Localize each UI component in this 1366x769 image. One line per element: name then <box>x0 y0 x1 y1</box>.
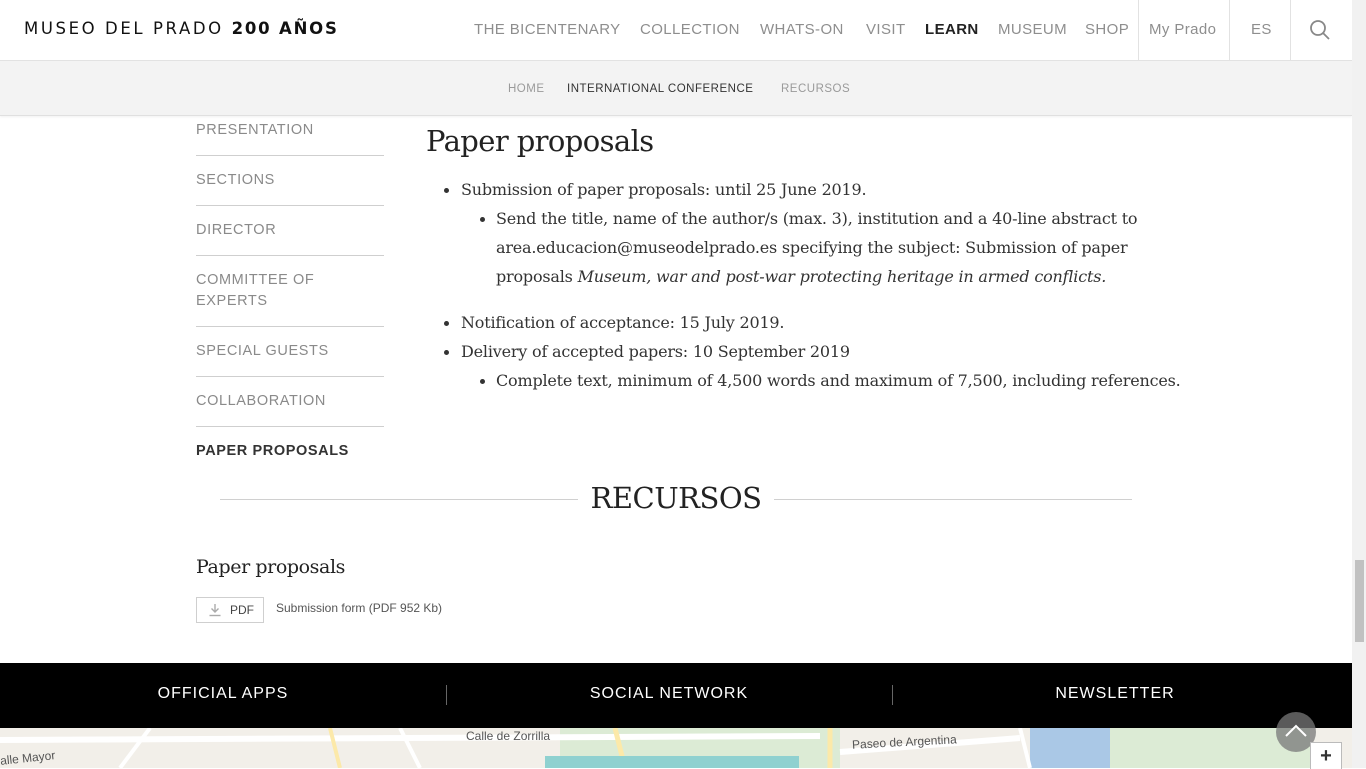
list-bullet <box>480 217 485 222</box>
pdf-button-label: PDF <box>230 603 254 617</box>
download-icon <box>208 603 222 620</box>
list-item: Delivery of accepted papers: 10 Septembe… <box>461 342 850 361</box>
scrollbar-thumb[interactable] <box>1355 560 1364 642</box>
nav-collection[interactable]: COLLECTION <box>640 0 740 60</box>
recursos-heading: RECURSOS <box>590 481 762 515</box>
nav-learn[interactable]: LEARN <box>925 0 979 60</box>
map-streets <box>0 728 1352 768</box>
nav-museum[interactable]: MUSEUM <box>998 0 1067 60</box>
language-switch[interactable]: ES <box>1251 0 1272 60</box>
subnav-home[interactable]: HOME <box>508 61 545 117</box>
list-item: Notification of acceptance: 15 July 2019… <box>461 313 785 332</box>
subject-prefix: proposals <box>496 267 578 286</box>
nav-my-prado[interactable]: My Prado <box>1149 0 1216 60</box>
list-item-text-line: proposals Museum, war and post-war prote… <box>496 267 1106 287</box>
nav-shop[interactable]: SHOP <box>1085 0 1129 60</box>
nav-divider <box>1290 0 1291 60</box>
page-scrollbar[interactable] <box>1352 0 1366 768</box>
footer-newsletter[interactable]: NEWSLETTER <box>892 663 1338 725</box>
subnav-recursos[interactable]: RECURSOS <box>781 61 850 117</box>
list-item: Complete text, minimum of 4,500 words an… <box>496 371 1181 390</box>
map-label: Calle de Zorrilla <box>466 729 551 743</box>
sidebar-item-collaboration[interactable]: COLLABORATION <box>196 391 384 427</box>
divider-line <box>774 499 1132 500</box>
logo-text: MUSEO DEL PRADO <box>24 19 224 38</box>
list-bullet <box>444 350 449 355</box>
top-navigation-bar: MUSEO DEL PRADO 200 AÑOS THE BICENTENARY… <box>0 0 1352 61</box>
search-icon[interactable] <box>1309 19 1331 41</box>
nav-divider <box>1229 0 1230 60</box>
location-map[interactable]: alle Mayor Calle de Zorrilla Paseo de Ar… <box>0 728 1352 768</box>
sidebar-item-paper-proposals[interactable]: PAPER PROPOSALS <box>196 441 384 476</box>
nav-divider <box>1138 0 1139 60</box>
nav-visit[interactable]: VISIT <box>866 0 906 60</box>
footer-social-network[interactable]: SOCIAL NETWORK <box>446 663 892 725</box>
footer-official-apps[interactable]: OFFICIAL APPS <box>0 663 446 725</box>
sidebar-item-director[interactable]: DIRECTOR <box>196 220 384 256</box>
sidebar-item-committee-of-experts[interactable]: COMMITTEE OF EXPERTS <box>196 270 384 327</box>
page-title: Paper proposals <box>426 124 654 158</box>
nav-whats-on[interactable]: WHATS-ON <box>760 0 844 60</box>
subject-title: Museum, war and post-war protecting heri… <box>577 267 1107 286</box>
sidebar-item-special-guests[interactable]: SPECIAL GUESTS <box>196 341 384 377</box>
map-zoom-in-button[interactable]: + <box>1310 742 1342 769</box>
list-bullet <box>444 188 449 193</box>
submission-form-link[interactable]: Submission form (PDF 952 Kb) <box>276 601 442 615</box>
recursos-subheading: Paper proposals <box>196 556 345 578</box>
sidebar-item-presentation[interactable]: PRESENTATION <box>196 120 384 156</box>
divider-line <box>220 499 578 500</box>
pdf-download-button[interactable]: PDF <box>196 597 264 623</box>
list-item: Submission of paper proposals: until 25 … <box>461 180 867 199</box>
list-bullet <box>480 379 485 384</box>
footer-bar: OFFICIAL APPS SOCIAL NETWORK NEWSLETTER <box>0 663 1352 728</box>
list-item-text-line: area.educacion@museodelprado.es specifyi… <box>496 238 1128 257</box>
list-item-text-line: Send the title, name of the author/s (ma… <box>496 209 1138 228</box>
list-bullet <box>444 321 449 326</box>
logo-bicentenary-text: 200 AÑOS <box>231 19 339 38</box>
subnav-international-conference[interactable]: INTERNATIONAL CONFERENCE <box>567 61 753 117</box>
sidebar-item-sections[interactable]: SECTIONS <box>196 170 384 206</box>
site-logo[interactable]: MUSEO DEL PRADO 200 AÑOS <box>24 19 339 38</box>
section-subnav: HOME INTERNATIONAL CONFERENCE RECURSOS <box>0 61 1352 116</box>
nav-the-bicentenary[interactable]: THE BICENTENARY <box>474 0 621 60</box>
